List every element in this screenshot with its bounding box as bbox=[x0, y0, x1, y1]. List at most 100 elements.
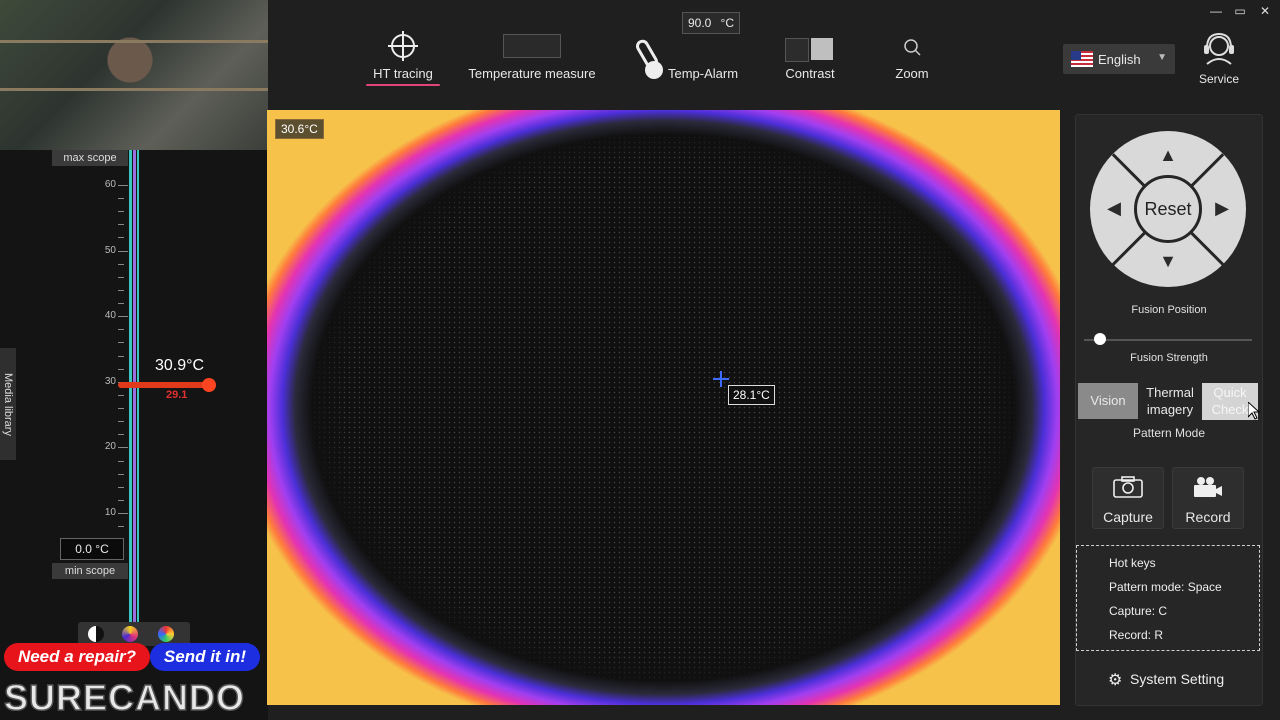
min-temp-slider[interactable] bbox=[118, 378, 216, 392]
scale-tick-label: 30 bbox=[104, 375, 116, 387]
us-flag-icon bbox=[1071, 51, 1093, 67]
min-value-input[interactable]: 0.0 °C bbox=[60, 538, 124, 560]
temperature-measure-box-icon bbox=[503, 34, 561, 58]
arrow-down-icon[interactable]: ▼ bbox=[1158, 251, 1178, 271]
fusion-strength-knob[interactable] bbox=[1094, 333, 1107, 345]
gear-icon: ⚙ bbox=[1108, 672, 1123, 689]
scale-tick bbox=[118, 394, 124, 396]
scale-tick bbox=[118, 526, 124, 528]
video-camera-icon bbox=[1194, 477, 1222, 497]
max-scope-label[interactable]: max scope bbox=[52, 150, 128, 166]
webcam-shelf bbox=[0, 88, 268, 91]
hotkey-capture: Capture: C bbox=[1109, 604, 1168, 618]
system-setting-button[interactable]: ⚙ System Setting bbox=[1108, 671, 1225, 689]
alarm-value: 90.0 bbox=[688, 16, 712, 30]
control-panel: ▲ ▼ ◀ ▶ Reset Fusion Position Fusion Str… bbox=[1075, 114, 1263, 706]
scale-tick bbox=[118, 499, 124, 501]
minimize-button[interactable]: — bbox=[1205, 4, 1227, 18]
scale-tick bbox=[118, 289, 124, 291]
contrast-dark-swatch bbox=[785, 38, 809, 62]
scale-tick bbox=[118, 460, 124, 462]
ht-tracing-tool[interactable]: HT tracing bbox=[366, 28, 440, 86]
record-label: Record bbox=[1185, 509, 1231, 525]
mode-quick-label-line1: Quick bbox=[1213, 385, 1247, 400]
hotkeys-title: Hot keys bbox=[1109, 556, 1156, 570]
ht-tracing-label: HT tracing bbox=[373, 66, 433, 81]
headset-icon bbox=[1204, 32, 1234, 65]
capture-button[interactable]: Capture bbox=[1092, 467, 1164, 529]
promo-banner: Need a repair? Send it in! bbox=[4, 643, 262, 673]
thermal-image-view[interactable]: 30.6°C 28.1°C bbox=[267, 110, 1060, 705]
webcam-shelf bbox=[0, 40, 268, 43]
scale-tick bbox=[118, 263, 124, 265]
hotkeys-box: Hot keys Pattern mode: Space Capture: C … bbox=[1076, 545, 1260, 651]
max-temp-readout: 30.6°C bbox=[275, 119, 324, 139]
system-setting-label: System Setting bbox=[1130, 671, 1225, 687]
zoom-tool[interactable]: Zoom bbox=[888, 28, 936, 81]
scale-tick-label: 10 bbox=[104, 507, 116, 518]
scale-tick bbox=[118, 211, 124, 213]
alarm-threshold-input[interactable]: 90.0 °C bbox=[682, 12, 740, 34]
center-crosshair-icon bbox=[713, 371, 729, 387]
fusion-position-label: Fusion Position bbox=[1131, 304, 1207, 316]
need-repair-pill: Need a repair? bbox=[4, 643, 150, 671]
scale-tick bbox=[118, 224, 124, 226]
thermal-noise-layer bbox=[267, 110, 1060, 705]
close-button[interactable]: ✕ bbox=[1254, 4, 1276, 18]
contrast-light-swatch bbox=[811, 38, 833, 60]
media-library-tab[interactable]: Media library bbox=[0, 348, 16, 460]
record-button[interactable]: Record bbox=[1172, 467, 1244, 529]
chevron-down-icon: ▼ bbox=[1157, 52, 1167, 63]
scale-tick bbox=[118, 447, 128, 449]
contrast-label: Contrast bbox=[785, 66, 835, 81]
scale-tick bbox=[118, 237, 124, 239]
scale-tick bbox=[118, 303, 124, 305]
scale-tick bbox=[118, 513, 128, 514]
mode-vision-button[interactable]: Vision bbox=[1078, 383, 1138, 419]
language-select[interactable]: English ▼ bbox=[1063, 44, 1175, 74]
min-scope-label[interactable]: min scope bbox=[52, 563, 128, 579]
fusion-strength-slider[interactable] bbox=[1084, 339, 1252, 341]
scale-tick bbox=[118, 342, 124, 344]
zoom-icon bbox=[904, 39, 921, 56]
service-button[interactable]: Service bbox=[1196, 30, 1242, 86]
fusion-dpad: ▲ ▼ ◀ ▶ Reset bbox=[1090, 131, 1246, 287]
fusion-strength-label: Fusion Strength bbox=[1130, 352, 1208, 364]
service-label: Service bbox=[1198, 72, 1239, 86]
maximize-button[interactable]: ▭ bbox=[1229, 4, 1251, 18]
scale-tick-label: 50 bbox=[104, 244, 116, 256]
min-temp-slider-knob[interactable] bbox=[202, 378, 216, 392]
scale-tick bbox=[118, 185, 128, 186]
scale-tick-label: 20 bbox=[104, 441, 116, 453]
scale-tick-label: 40 bbox=[104, 310, 116, 322]
current-temp-readout: 30.9°C bbox=[155, 357, 205, 374]
hotkey-record: Record: R bbox=[1109, 628, 1164, 642]
scale-tick bbox=[118, 250, 128, 252]
palette-iron-icon bbox=[122, 626, 138, 642]
reset-button[interactable]: Reset bbox=[1134, 175, 1202, 243]
scale-tick bbox=[118, 486, 124, 488]
scale-tick bbox=[118, 355, 124, 357]
scale-tick bbox=[118, 421, 124, 423]
palette-rainbow-icon bbox=[158, 626, 174, 642]
language-value: English bbox=[1098, 52, 1141, 67]
scale-tick bbox=[118, 316, 128, 318]
temperature-scale-bar[interactable] bbox=[127, 150, 141, 640]
scale-tick-label: 60 bbox=[104, 179, 116, 190]
pattern-mode-label: Pattern Mode bbox=[1132, 426, 1206, 440]
center-temp-readout: 28.1°C bbox=[728, 385, 775, 405]
mode-thermal-label-line1: Thermal bbox=[1146, 385, 1194, 400]
scale-tick bbox=[118, 198, 124, 200]
active-tool-underline bbox=[366, 84, 440, 86]
mode-thermal-button[interactable]: Thermal imagery bbox=[1140, 383, 1200, 420]
hotkey-pattern: Pattern mode: Space bbox=[1109, 580, 1222, 594]
arrow-left-icon[interactable]: ◀ bbox=[1104, 198, 1124, 218]
surecando-logo: SURECANDO bbox=[3, 677, 246, 719]
arrow-up-icon[interactable]: ▲ bbox=[1158, 145, 1178, 165]
scale-tick bbox=[118, 329, 124, 331]
zoom-label: Zoom bbox=[895, 66, 929, 81]
arrow-right-icon[interactable]: ▶ bbox=[1212, 198, 1232, 218]
capture-label: Capture bbox=[1103, 509, 1153, 525]
mouse-cursor-icon bbox=[1248, 402, 1260, 420]
mode-thermal-label-line2: imagery bbox=[1146, 402, 1194, 417]
